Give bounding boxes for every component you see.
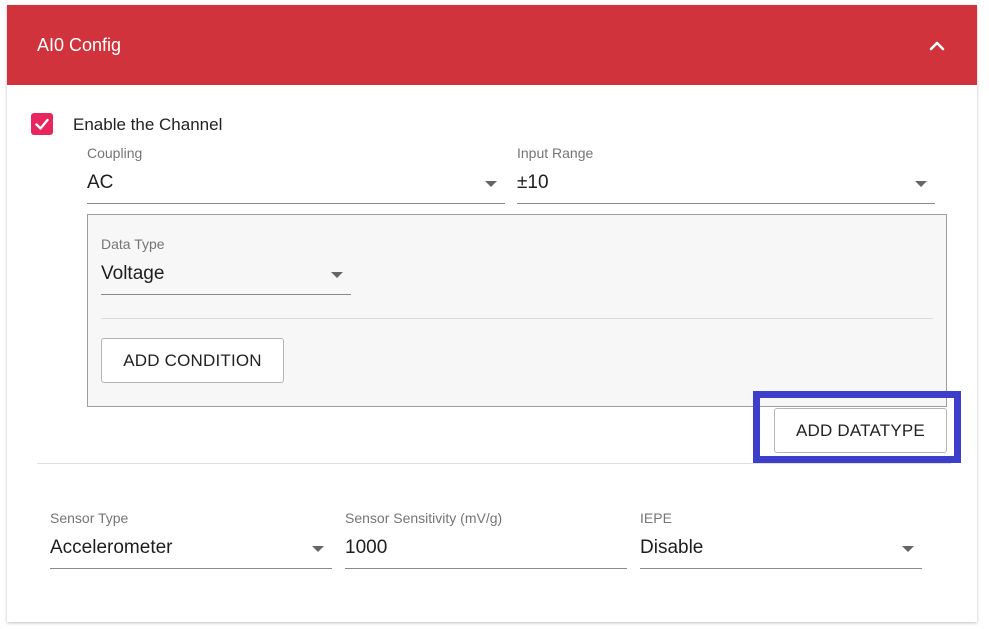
- dropdown-arrow-icon: [485, 181, 497, 187]
- card-header[interactable]: AI0 Config: [7, 5, 977, 85]
- input-range-value: ±10: [517, 172, 549, 193]
- panel-divider: [101, 318, 933, 319]
- chevron-up-icon: [929, 41, 945, 51]
- dropdown-arrow-icon: [915, 181, 927, 187]
- section-divider: [37, 463, 951, 464]
- dropdown-arrow-icon: [312, 546, 324, 552]
- config-card: AI0 Config Enable the Channel Coupling A…: [7, 5, 977, 622]
- add-condition-button[interactable]: ADD CONDITION: [101, 338, 284, 383]
- data-type-value: Voltage: [101, 263, 165, 284]
- sensor-sensitivity-underline: [345, 568, 627, 569]
- data-type-underline: [101, 294, 351, 295]
- iepe-underline: [640, 568, 922, 569]
- dropdown-arrow-icon: [331, 272, 343, 278]
- dropdown-arrow-icon: [902, 546, 914, 552]
- data-type-select[interactable]: Data Type Voltage: [101, 236, 351, 296]
- coupling-select[interactable]: Coupling AC: [87, 145, 505, 205]
- sensor-type-label: Sensor Type: [50, 510, 129, 526]
- coupling-underline: [87, 203, 505, 204]
- sensor-type-value: Accelerometer: [50, 537, 173, 558]
- collapse-toggle[interactable]: [921, 33, 953, 57]
- iepe-label: IEPE: [640, 510, 672, 526]
- sensor-sensitivity-value[interactable]: 1000: [345, 537, 387, 559]
- input-range-label: Input Range: [517, 145, 594, 161]
- iepe-value: Disable: [640, 537, 704, 558]
- input-range-select[interactable]: Input Range ±10: [517, 145, 935, 205]
- sensor-type-underline: [50, 568, 332, 569]
- iepe-select[interactable]: IEPE Disable: [640, 510, 922, 570]
- coupling-value: AC: [87, 172, 114, 193]
- sensor-type-select[interactable]: Sensor Type Accelerometer: [50, 510, 332, 570]
- coupling-label: Coupling: [87, 145, 143, 161]
- enable-channel-label: Enable the Channel: [73, 115, 223, 134]
- card-title: AI0 Config: [37, 35, 122, 55]
- sensor-sensitivity-label: Sensor Sensitivity (mV/g): [345, 510, 503, 526]
- data-type-panel: Data Type Voltage ADD CONDITION: [87, 214, 947, 407]
- input-range-underline: [517, 203, 935, 204]
- enable-channel-checkbox[interactable]: [31, 113, 53, 135]
- highlight-box: [753, 391, 961, 463]
- checkmark-icon: [35, 118, 49, 130]
- data-type-label: Data Type: [101, 236, 165, 252]
- sensor-sensitivity-input[interactable]: Sensor Sensitivity (mV/g) 1000: [345, 510, 627, 570]
